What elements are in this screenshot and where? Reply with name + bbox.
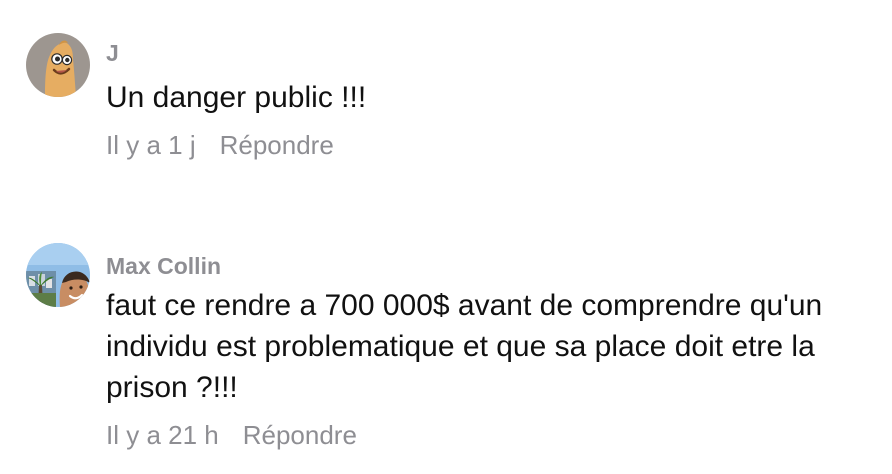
photo-avatar-icon [26, 243, 90, 307]
avatar[interactable] [26, 243, 90, 307]
reply-button[interactable]: Répondre [243, 420, 357, 451]
comment-meta: Il y a 1 j Répondre [106, 130, 334, 161]
comment-text: faut ce rendre a 700 000$ avant de compr… [106, 289, 823, 404]
comment-text: Un danger public !!! [106, 81, 367, 114]
comment-list: J Un danger public !!! Il y a 1 j Répond… [0, 0, 892, 474]
comment-author[interactable]: Max Collin [106, 253, 221, 280]
reply-button[interactable]: Répondre [220, 130, 334, 161]
avatar[interactable] [26, 33, 90, 97]
comment-author[interactable]: J [106, 40, 119, 67]
comment-timestamp: Il y a 1 j [106, 130, 196, 160]
comment-timestamp: Il y a 21 h [106, 420, 219, 450]
cartoon-character-avatar-icon [26, 33, 90, 97]
comment-meta: Il y a 21 h Répondre [106, 420, 357, 451]
